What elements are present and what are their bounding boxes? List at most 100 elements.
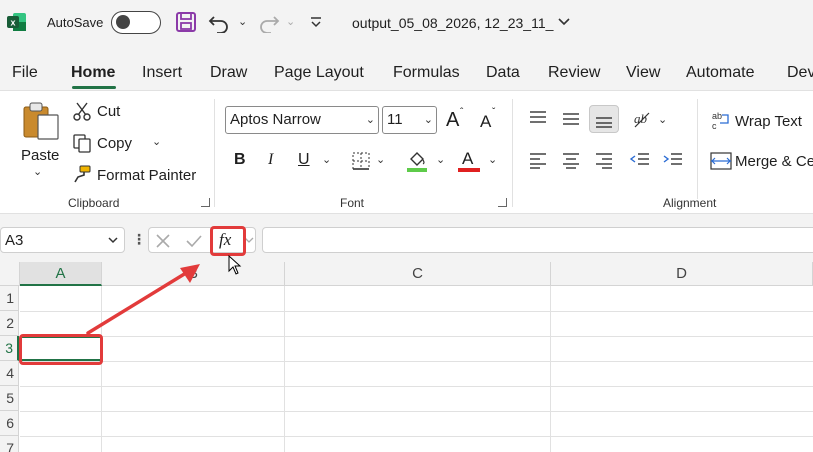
group-divider [214,99,215,207]
increase-indent-icon[interactable] [662,151,684,169]
align-top-icon[interactable] [528,109,548,127]
column-header-c[interactable]: C [285,262,551,286]
font-launcher-icon[interactable] [498,198,507,207]
borders-dropdown-icon[interactable]: ⌄ [376,153,385,166]
increase-font-caret-icon: ˆ [460,107,464,118]
merge-center-icon[interactable] [710,151,732,171]
row-header-5[interactable]: 5 [0,386,19,411]
font-color-dropdown-icon[interactable]: ⌄ [488,153,497,166]
font-size-chevron-icon: ⌄ [423,114,433,126]
align-left-icon[interactable] [528,151,548,169]
gridline [20,436,813,437]
row-header-7[interactable]: 7 [0,436,19,452]
fill-color-icon[interactable] [406,149,428,173]
wrap-text-label[interactable]: Wrap Text [735,113,802,130]
borders-icon[interactable] [351,151,371,171]
orientation-dropdown-icon[interactable]: ⌄ [658,113,667,126]
copy-label[interactable]: Copy [97,135,132,152]
column-header-d[interactable]: D [551,262,813,286]
font-color-button[interactable]: A [462,149,473,169]
document-title[interactable]: output_05_08_2026, 12_23_11_ [352,15,553,31]
tab-review[interactable]: Review [548,64,600,82]
decrease-font-caret-icon: ˇ [492,107,496,118]
title-bar: x AutoSave ⌄ ⌄ output_05_08_2026, 12_23_… [0,0,813,46]
copy-icon[interactable] [72,133,92,153]
underline-dropdown-icon[interactable]: ⌄ [322,153,331,166]
bold-button[interactable]: B [234,151,246,169]
increase-font-size-icon[interactable]: A [446,109,459,132]
clipboard-group-label: Clipboard [68,196,120,210]
tab-page-layout[interactable]: Page Layout [274,64,364,82]
tab-draw[interactable]: Draw [210,64,247,82]
align-right-icon[interactable] [594,151,614,169]
svg-text:ab: ab [634,111,648,126]
cancel-icon[interactable] [155,233,171,249]
autosave-toggle[interactable] [111,11,161,34]
italic-button[interactable]: I [268,151,273,169]
align-bottom-icon [596,117,612,128]
decrease-font-size-icon[interactable]: A [480,112,491,132]
tab-view[interactable]: View [626,64,660,82]
tab-data[interactable]: Data [486,64,520,82]
formula-input[interactable] [262,227,813,253]
save-icon[interactable] [175,11,197,33]
undo-dropdown-icon[interactable]: ⌄ [238,15,247,28]
column-header-b[interactable]: B [102,262,285,286]
clipboard-launcher-icon[interactable] [201,198,210,207]
font-group-label: Font [340,196,365,210]
cell-highlight-box [19,334,103,365]
row-header-2[interactable]: 2 [0,311,19,336]
row-header-3[interactable]: 3 [0,336,19,361]
gridline [550,286,551,452]
wrap-text-icon[interactable]: ab c [710,109,732,131]
title-chevron-down-icon[interactable] [557,17,571,27]
tab-home[interactable]: Home [71,64,115,82]
font-name-select[interactable]: Aptos Narrow ⌄ [225,106,379,134]
paste-label[interactable]: Paste [21,147,59,164]
font-size-select[interactable]: 11 ⌄ [382,106,437,134]
merge-center-label[interactable]: Merge & Ce [735,153,813,170]
gridline [20,411,813,412]
customize-toolbar-icon[interactable] [309,15,323,29]
align-center-icon[interactable] [561,151,581,169]
tab-automate[interactable]: Automate [686,64,754,82]
underline-button[interactable]: U [298,151,310,169]
fill-color-dropdown-icon[interactable]: ⌄ [436,153,445,166]
name-box-chevron-icon[interactable] [107,236,119,245]
more-options-icon[interactable]: ⋮ [132,231,146,248]
column-header-a[interactable]: A [20,262,102,286]
group-divider [512,99,513,207]
align-middle-icon[interactable] [561,109,581,127]
undo-icon[interactable] [208,11,230,33]
tab-developer[interactable]: Dev [787,64,813,82]
subgroup-divider [697,99,698,199]
row-header-4[interactable]: 4 [0,361,19,386]
svg-text:ab: ab [712,111,722,121]
enter-icon[interactable] [185,233,203,249]
row-header-1[interactable]: 1 [0,286,19,311]
paste-icon[interactable] [22,101,60,141]
format-painter-icon[interactable] [72,164,92,184]
row-header-6[interactable]: 6 [0,411,19,436]
redo-dropdown-icon[interactable]: ⌄ [286,15,295,28]
tab-file[interactable]: File [12,64,38,82]
svg-text:c: c [712,121,717,131]
format-painter-label[interactable]: Format Painter [97,167,196,184]
gridline [20,386,813,387]
cut-label[interactable]: Cut [97,103,120,120]
tab-formulas[interactable]: Formulas [393,64,460,82]
copy-dropdown-icon[interactable]: ⌄ [152,135,161,148]
font-name-chevron-icon: ⌄ [365,114,375,126]
select-all-corner[interactable] [0,262,20,286]
orientation-icon[interactable]: ab [631,107,653,129]
mouse-cursor-icon [228,255,242,275]
autosave-label: AutoSave [47,15,104,30]
font-color-swatch [458,168,480,172]
redo-icon[interactable] [258,11,280,33]
tab-insert[interactable]: Insert [142,64,182,82]
align-bottom-button[interactable] [589,105,619,133]
cut-icon[interactable] [73,101,91,121]
paste-dropdown-icon[interactable]: ⌄ [33,165,42,178]
name-box[interactable]: A3 [0,227,125,253]
decrease-indent-icon[interactable] [629,151,651,169]
